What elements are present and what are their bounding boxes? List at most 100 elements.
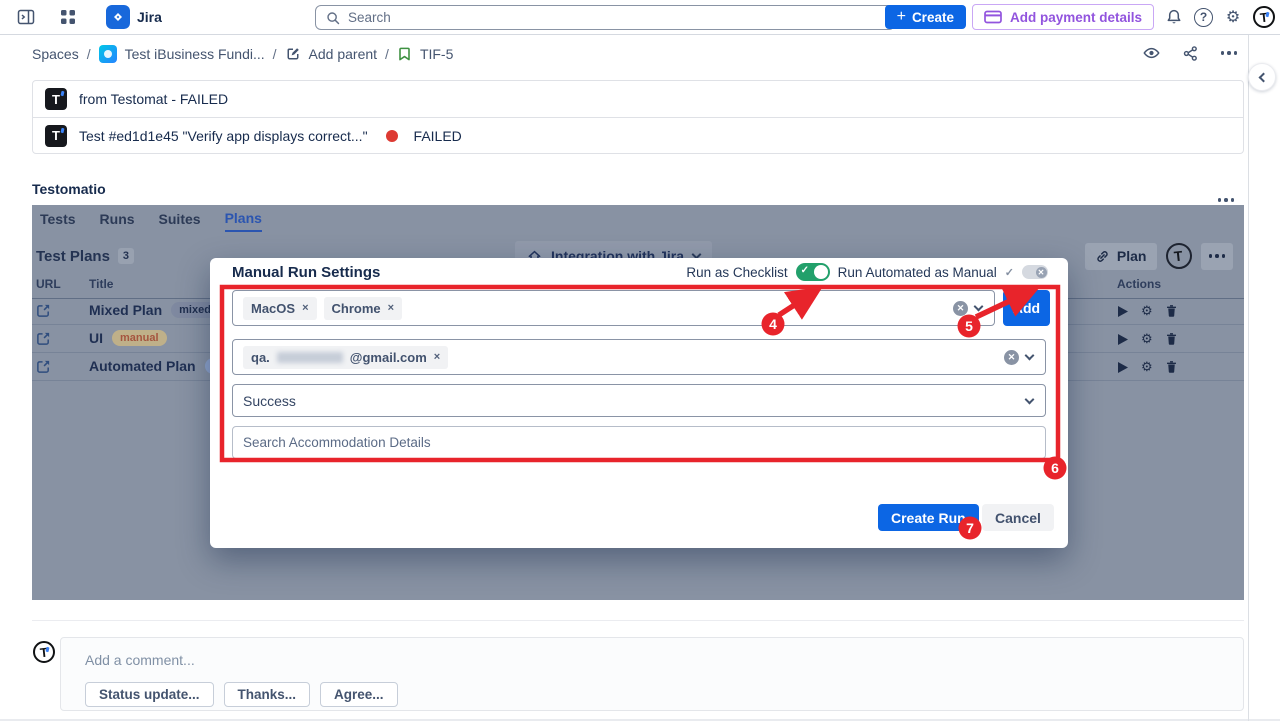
top-navigation: Jira + Create Add payment details ? ⚙ xyxy=(0,0,1280,35)
linked-test-results: T from Testomat - FAILED T Test #ed1d1e4… xyxy=(32,80,1244,154)
tab-plans[interactable]: Plans xyxy=(225,206,262,232)
breadcrumb-issue-key[interactable]: TIF-5 xyxy=(420,46,453,62)
env-tag: Chrome× xyxy=(324,297,403,320)
testomat-logo-icon: T xyxy=(45,125,67,147)
more-actions-icon[interactable] xyxy=(1214,39,1244,67)
run-automated-as-manual-toggle[interactable]: ✕ xyxy=(1022,265,1048,279)
tab-tests[interactable]: Tests xyxy=(40,207,76,231)
project-icon xyxy=(99,45,117,63)
credit-card-icon xyxy=(984,10,1002,24)
external-link-icon[interactable] xyxy=(36,331,51,346)
run-automated-as-manual-label: Run Automated as Manual xyxy=(838,265,997,280)
global-search[interactable] xyxy=(315,5,895,30)
notifications-bell-icon[interactable] xyxy=(1160,3,1188,31)
delete-trash-icon[interactable] xyxy=(1165,332,1178,346)
plan-title[interactable]: Automated Plan xyxy=(89,358,196,374)
sidebar-toggle-icon[interactable] xyxy=(12,3,40,31)
test-result-row[interactable]: T Test #ed1d1e45 "Verify app displays co… xyxy=(33,117,1243,153)
status-select[interactable]: Success xyxy=(232,384,1046,417)
comment-box[interactable]: Add a comment... Status update... Thanks… xyxy=(60,637,1244,711)
add-environment-button[interactable]: Add xyxy=(1003,290,1050,326)
breadcrumb-project[interactable]: Test iBusiness Fundi... xyxy=(125,46,265,62)
env-tag: MacOS× xyxy=(243,297,317,320)
plans-more-button[interactable] xyxy=(1201,243,1234,270)
plan-title[interactable]: Mixed Plan xyxy=(89,302,162,318)
watch-eye-icon[interactable] xyxy=(1136,39,1166,67)
environments-multiselect[interactable]: MacOS× Chrome× ✕ xyxy=(232,290,995,326)
breadcrumb-add-parent[interactable]: Add parent xyxy=(309,46,378,62)
delete-trash-icon[interactable] xyxy=(1165,360,1178,374)
delete-trash-icon[interactable] xyxy=(1165,304,1178,318)
x-icon: ✕ xyxy=(1036,267,1047,278)
run-play-icon[interactable] xyxy=(1117,305,1129,318)
chevron-down-icon[interactable] xyxy=(1025,351,1035,361)
plans-count-badge: 3 xyxy=(118,248,134,264)
assignee-multiselect[interactable]: qa.@gmail.com × ✕ xyxy=(232,339,1046,375)
test-result-text: from Testomat - FAILED xyxy=(79,91,228,107)
app-switcher-icon[interactable] xyxy=(54,3,82,31)
share-icon[interactable] xyxy=(1175,39,1205,67)
assignee-tag: qa.@gmail.com × xyxy=(243,346,448,369)
app-title: Jira xyxy=(137,9,162,25)
testomatio-section-title: Testomatio xyxy=(32,181,106,197)
row-settings-gear-icon[interactable]: ⚙ xyxy=(1141,303,1153,319)
jira-logo-icon xyxy=(106,5,130,29)
section-divider xyxy=(32,620,1244,621)
row-settings-gear-icon[interactable]: ⚙ xyxy=(1141,359,1153,375)
plus-icon: + xyxy=(897,8,906,26)
plan-title[interactable]: UI xyxy=(89,330,103,346)
test-result-text: Test #ed1d1e45 "Verify app displays corr… xyxy=(79,128,368,144)
chevron-down-icon xyxy=(1025,394,1035,404)
clear-select-icon[interactable]: ✕ xyxy=(953,301,968,316)
quick-reply-thanks[interactable]: Thanks... xyxy=(224,682,311,707)
modal-title: Manual Run Settings xyxy=(232,264,380,281)
redacted-email-segment xyxy=(277,352,343,363)
check-icon: ✓ xyxy=(1005,266,1014,279)
external-link-icon[interactable] xyxy=(36,359,51,374)
run-title-input[interactable] xyxy=(243,435,1035,450)
failed-status-dot xyxy=(386,130,398,142)
breadcrumb-spaces[interactable]: Spaces xyxy=(32,46,79,62)
testomatio-tabs: Tests Runs Suites Plans xyxy=(40,205,262,232)
create-button[interactable]: + Create xyxy=(885,5,966,29)
clear-select-icon[interactable]: ✕ xyxy=(1004,350,1019,365)
external-link-icon[interactable] xyxy=(36,303,51,318)
run-title-field xyxy=(232,426,1046,459)
plans-title: Test Plans 3 xyxy=(36,248,134,265)
quick-reply-status-update[interactable]: Status update... xyxy=(85,682,214,707)
edit-pencil-icon xyxy=(285,46,301,62)
test-result-row[interactable]: T from Testomat - FAILED xyxy=(33,81,1243,117)
comment-placeholder: Add a comment... xyxy=(85,652,195,668)
quick-reply-agree[interactable]: Agree... xyxy=(320,682,398,707)
chevron-down-icon[interactable] xyxy=(974,302,984,312)
jira-home-link[interactable]: Jira xyxy=(106,5,162,29)
testomat-logo-icon: T xyxy=(45,88,67,110)
run-as-checklist-toggle[interactable]: ✓ xyxy=(796,263,830,281)
failed-status-label: FAILED xyxy=(414,128,462,144)
tab-runs[interactable]: Runs xyxy=(100,207,135,231)
create-run-button[interactable]: Create Run xyxy=(878,504,979,531)
row-settings-gear-icon[interactable]: ⚙ xyxy=(1141,331,1153,347)
cancel-button[interactable]: Cancel xyxy=(982,504,1054,531)
remove-tag-icon[interactable]: × xyxy=(302,302,308,314)
link-icon xyxy=(1095,249,1110,264)
add-payment-details-button[interactable]: Add payment details xyxy=(972,4,1154,30)
search-input[interactable] xyxy=(348,10,885,25)
remove-tag-icon[interactable]: × xyxy=(388,302,394,314)
help-icon[interactable]: ? xyxy=(1194,8,1213,27)
run-as-checklist-label: Run as Checklist xyxy=(686,265,787,280)
user-avatar[interactable]: T xyxy=(1253,6,1275,28)
settings-gear-icon[interactable]: ⚙ xyxy=(1219,3,1247,31)
testomatio-logo-icon: T xyxy=(1166,243,1192,269)
plan-type-badge: manual xyxy=(112,330,167,346)
comment-user-avatar: T xyxy=(33,641,55,663)
check-icon: ✓ xyxy=(801,265,809,276)
right-rail-divider xyxy=(1248,35,1249,721)
breadcrumb: Spaces / Test iBusiness Fundi... / Add p… xyxy=(32,36,1244,71)
run-play-icon[interactable] xyxy=(1117,333,1129,346)
remove-tag-icon[interactable]: × xyxy=(434,351,440,363)
run-play-icon[interactable] xyxy=(1117,361,1129,374)
expand-panel-button[interactable] xyxy=(1248,63,1276,91)
plan-link-button[interactable]: Plan xyxy=(1085,243,1157,270)
tab-suites[interactable]: Suites xyxy=(159,207,201,231)
